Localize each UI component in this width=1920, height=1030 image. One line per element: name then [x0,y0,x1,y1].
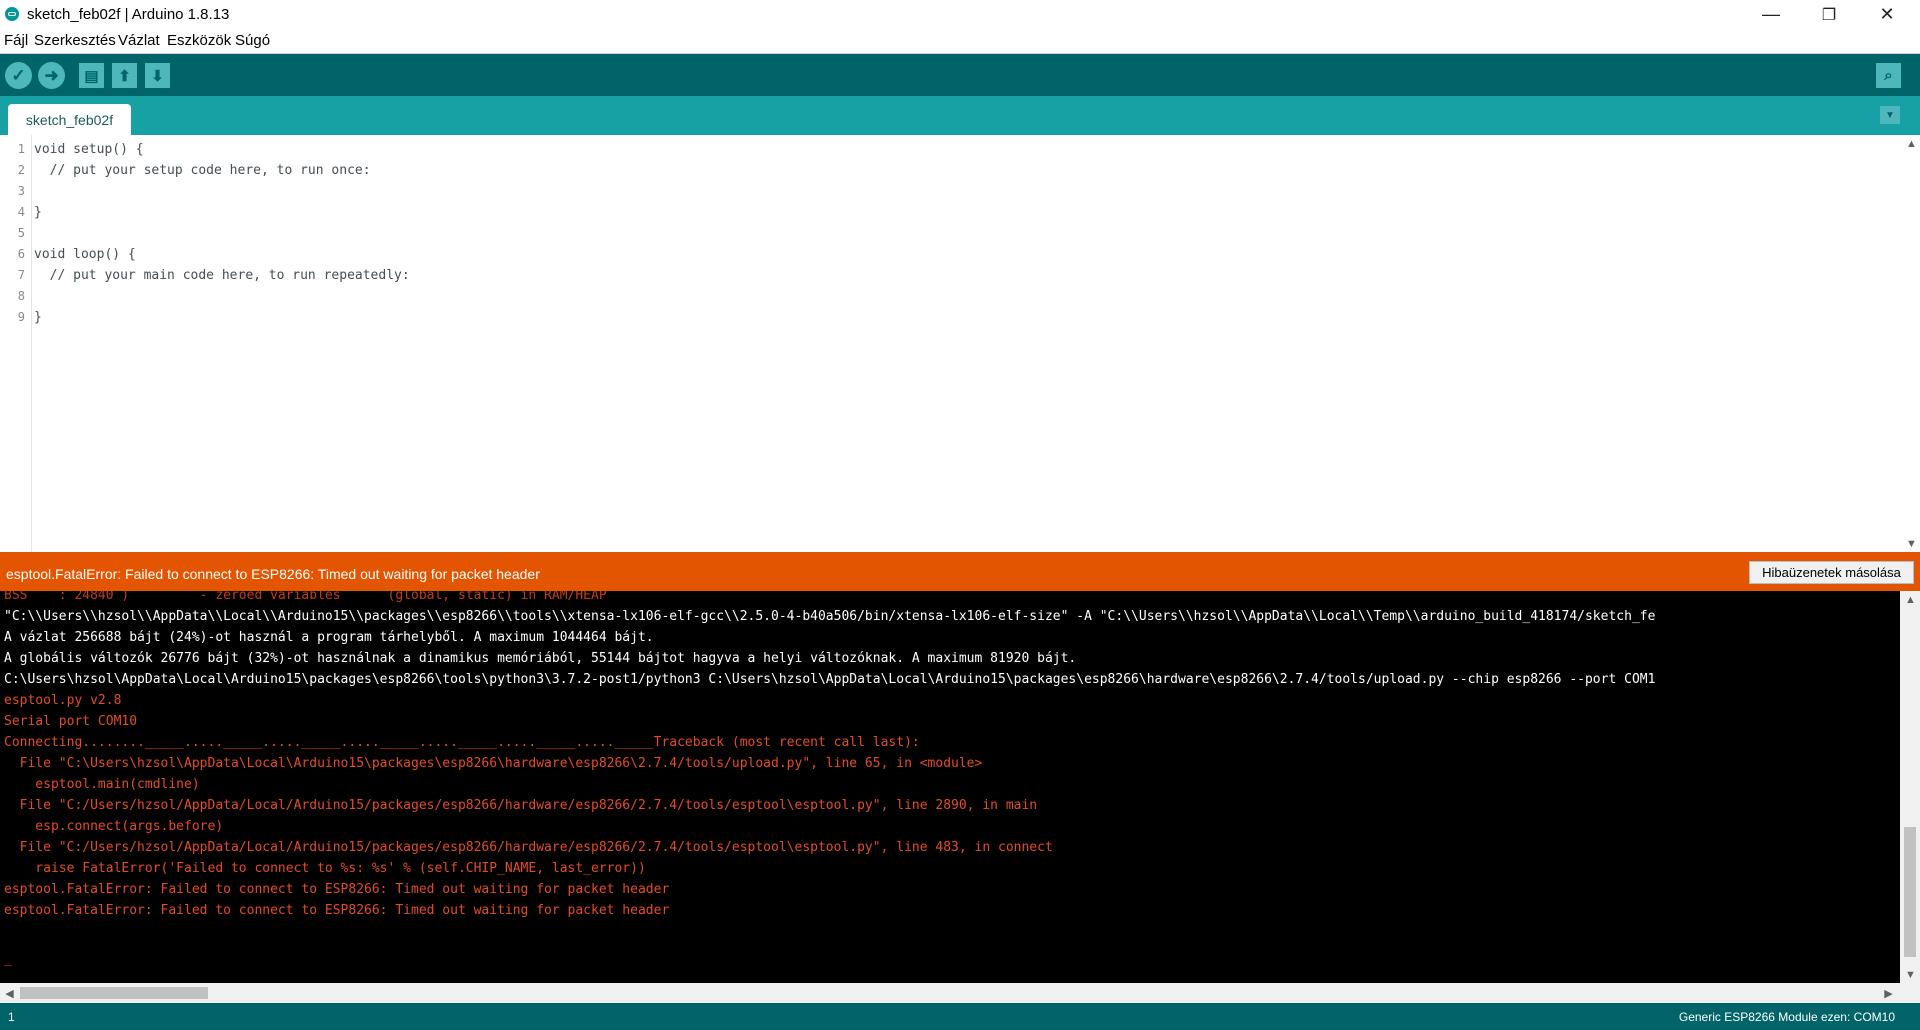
line-number: 1 [17,142,25,156]
menu-file[interactable]: Fájl [4,32,28,49]
current-line-number: 1 [8,1010,15,1024]
scroll-up-icon[interactable]: ▲ [1903,135,1920,152]
console-line: BSS : 24840 ) - zeroed variables (global… [4,591,607,603]
new-sketch-button[interactable]: ▤ [79,63,104,88]
console-line: esptool.FatalError: Failed to connect to… [4,882,670,897]
line-number: 6 [17,247,25,261]
console-vertical-scrollbar[interactable]: ▲ ▼ [1900,591,1920,983]
console-line: esptool.py v2.8 [4,693,122,708]
copy-error-messages-button[interactable]: Hibaüzenetek másolása [1749,561,1914,584]
arrow-right-icon: ➜ [44,65,59,85]
toolbar: ✓ ➜ ▤ ⬆ ⬇ ⌕ [0,54,1920,96]
console-line: C:\Users\hzsol\AppData\Local\Arduino15\p… [4,672,1656,687]
verify-button[interactable]: ✓ [5,62,32,89]
scroll-down-icon[interactable]: ▼ [1903,535,1920,552]
console-cursor: _ [4,952,12,967]
scroll-left-icon[interactable]: ◀ [1,985,18,1002]
console-line: esptool.main(cmdline) [4,777,200,792]
arrow-down-icon: ⬇ [151,67,164,85]
window-title: sketch_feb02f | Arduino 1.8.13 [27,6,230,23]
footer-status-bar: 1 Generic ESP8266 Module ezen: COM10 [0,1003,1920,1030]
menu-bar: Fájl Szerkesztés Vázlat Eszközök Súgó [0,29,1920,54]
error-status-bar: esptool.FatalError: Failed to connect to… [0,552,1920,591]
editor-vertical-scrollbar[interactable]: ▲ ▼ [1903,135,1920,552]
console-line: File "C:\Users\hzsol\AppData\Local\Ardui… [4,756,983,771]
code-line[interactable]: } [34,202,42,223]
line-number-gutter: 1 2 3 4 5 6 7 8 9 [0,135,32,552]
console-line: "C:\\Users\\hzsol\\AppData\\Local\\Ardui… [4,609,1656,624]
console-line: A vázlat 256688 bájt (24%)-ot használ a … [4,630,654,645]
serial-monitor-button[interactable]: ⌕ [1876,63,1901,88]
line-number: 2 [17,163,25,177]
chevron-down-icon: ▼ [1885,109,1895,121]
line-number: 3 [17,184,25,198]
save-sketch-button[interactable]: ⬇ [145,63,170,88]
menu-help[interactable]: Súgó [235,32,270,49]
code-editor[interactable]: 1 2 3 4 5 6 7 8 9 void setup() { // put … [0,135,1920,552]
close-button[interactable]: ✕ [1859,0,1915,29]
code-line[interactable]: } [34,307,42,328]
line-number: 7 [17,268,25,282]
scroll-down-icon[interactable]: ▼ [1902,966,1919,983]
menu-tools[interactable]: Eszközök [167,32,231,49]
menu-sketch[interactable]: Vázlat [118,32,160,49]
console-line: Connecting........_____....._____.....__… [4,735,920,750]
arrow-up-icon: ⬆ [118,67,131,85]
tab-sketch[interactable]: sketch_feb02f [8,104,131,135]
console-horizontal-scroll-thumb[interactable] [20,987,208,999]
tab-bar: sketch_feb02f ▼ [0,96,1920,135]
line-number: 5 [17,226,25,240]
line-number: 8 [17,289,25,303]
maximize-button[interactable]: ❐ [1801,0,1857,29]
line-number: 9 [17,310,25,324]
console-line: File "C:/Users/hzsol/AppData/Local/Ardui… [4,798,1038,813]
minimize-button[interactable]: — [1743,0,1799,29]
code-line[interactable]: // put your setup code here, to run once… [34,160,371,181]
open-sketch-button[interactable]: ⬆ [112,63,137,88]
console-horizontal-scrollbar[interactable]: ◀ ▶ [0,983,1920,1003]
scroll-up-icon[interactable]: ▲ [1902,591,1919,608]
code-line[interactable]: void setup() { [34,139,144,160]
magnifier-icon: ⌕ [1884,67,1893,84]
console-output[interactable]: BSS : 24840 ) - zeroed variables (global… [0,591,1920,983]
console-line: raise FatalError('Failed to connect to %… [4,861,646,876]
console-line: Serial port COM10 [4,714,138,729]
title-bar: sketch_feb02f | Arduino 1.8.13 — ❐ ✕ [0,0,1920,29]
line-number: 4 [17,205,25,219]
menu-edit[interactable]: Szerkesztés [34,32,116,49]
checkmark-icon: ✓ [11,65,26,85]
board-port-info: Generic ESP8266 Module ezen: COM10 [1678,1010,1895,1024]
error-message: esptool.FatalError: Failed to connect to… [6,566,540,582]
code-line[interactable]: // put your main code here, to run repea… [34,265,410,286]
code-line[interactable]: void loop() { [34,244,136,265]
console-line: esp.connect(args.before) [4,819,224,834]
console-line: A globális változók 26776 bájt (32%)-ot … [4,651,1077,666]
console-vertical-scroll-thumb[interactable] [1904,827,1916,957]
new-file-icon: ▤ [84,67,99,85]
scroll-right-icon[interactable]: ▶ [1880,985,1897,1002]
console-line: File "C:/Users/hzsol/AppData/Local/Ardui… [4,840,1053,855]
upload-button[interactable]: ➜ [38,62,65,89]
console-line: esptool.FatalError: Failed to connect to… [4,903,670,918]
tab-menu-button[interactable]: ▼ [1880,106,1900,124]
arduino-logo-icon [5,7,19,21]
